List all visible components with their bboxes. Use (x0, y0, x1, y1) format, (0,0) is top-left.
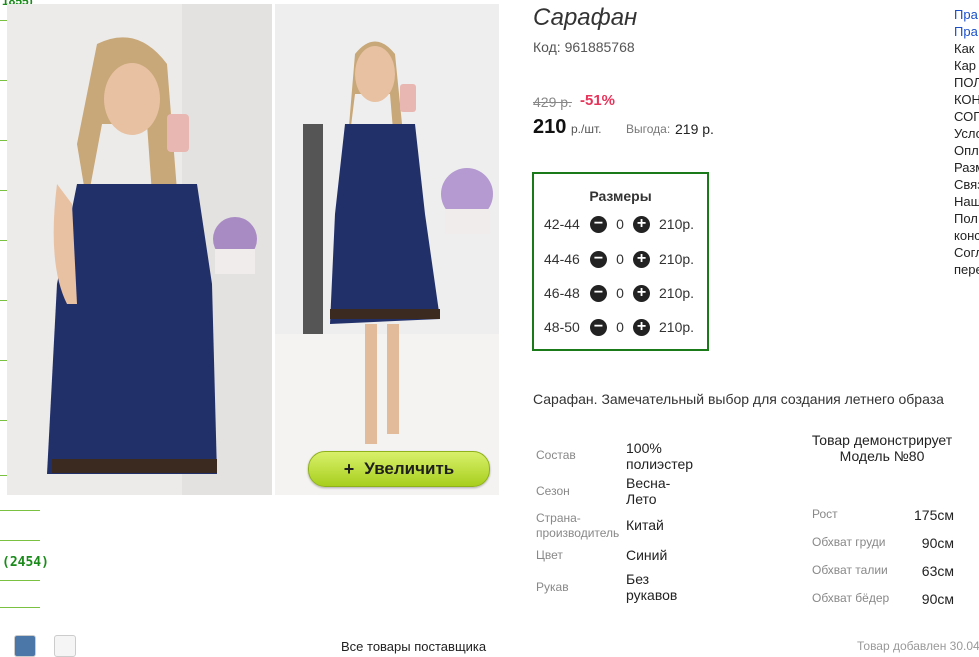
attr-value: Синий (626, 547, 668, 563)
size-row: 42-44 − 0 + 210р. (544, 214, 694, 234)
info-link[interactable]: Как (954, 40, 979, 57)
discount-badge: -51% (580, 92, 616, 109)
measure-value: 175см (914, 507, 954, 523)
attr-label: Цвет (536, 548, 563, 562)
minus-icon[interactable]: − (590, 318, 607, 336)
minus-icon[interactable]: − (590, 284, 607, 302)
plus-icon: + (343, 458, 355, 479)
size-quantity[interactable]: 0 (607, 285, 633, 301)
info-link[interactable]: конс (954, 227, 979, 244)
sizes-title: Размеры (589, 188, 652, 204)
size-label: 46-48 (544, 285, 580, 301)
attr-label: Сезон (536, 484, 570, 498)
sidebar-divider (0, 607, 40, 608)
attr-value: Весна-Лето (626, 475, 671, 507)
plus-icon[interactable]: + (633, 250, 650, 268)
info-link[interactable]: Пра (954, 6, 979, 23)
measure-label: Обхват талии (812, 563, 888, 577)
size-quantity[interactable]: 0 (607, 251, 633, 267)
sizes-panel: Размеры 42-44 − 0 + 210р. 44-46 − 0 + 21… (532, 172, 709, 351)
size-label: 42-44 (544, 216, 580, 232)
size-price: 210р. (659, 285, 695, 301)
size-row: 48-50 − 0 + 210р. (544, 317, 694, 337)
info-link[interactable]: Нащ (954, 193, 979, 210)
plus-icon[interactable]: + (633, 215, 650, 233)
added-date: Товар добавлен 30.04 (857, 639, 979, 653)
info-link[interactable]: Связ (954, 176, 979, 193)
size-price: 210р. (659, 251, 695, 267)
attr-value: Без рукавов (626, 571, 678, 603)
minus-icon[interactable]: − (590, 215, 607, 233)
size-price: 210р. (659, 319, 695, 335)
size-quantity[interactable]: 0 (607, 216, 633, 232)
product-photo-main[interactable] (7, 4, 272, 495)
size-row: 46-48 − 0 + 210р. (544, 283, 694, 303)
plus-icon[interactable]: + (633, 284, 650, 302)
vk-share-icon[interactable] (14, 635, 36, 657)
model-heading: Товар демонстрирует Модель №80 (811, 432, 953, 464)
sidebar-category-count[interactable]: (2454) (2, 555, 49, 570)
info-link[interactable]: Усло (954, 125, 979, 142)
benefit-label: Выгода: (626, 122, 671, 136)
size-label: 48-50 (544, 319, 580, 335)
product-description: Сарафан. Замечательный выбор для создани… (533, 391, 944, 407)
measure-label: Обхват груди (812, 535, 886, 549)
product-title: Сарафан (533, 4, 638, 31)
attr-value: 100% полиэстер (626, 440, 694, 472)
ok-share-icon[interactable] (54, 635, 76, 657)
size-quantity[interactable]: 0 (607, 319, 633, 335)
zoom-button-label: Увеличить (364, 459, 455, 478)
measure-label: Рост (812, 507, 838, 521)
attr-label: Состав (536, 448, 576, 462)
sidebar-divider (0, 510, 40, 511)
product-code: Код: 961885768 (533, 39, 635, 55)
measure-label: Обхват бёдер (812, 591, 890, 605)
price: 210 (533, 116, 567, 138)
size-price: 210р. (659, 216, 695, 232)
sidebar-divider (0, 580, 40, 581)
info-link[interactable]: Пра (954, 23, 979, 40)
info-link[interactable]: Разм (954, 159, 979, 176)
attr-label: Страна-производитель (536, 511, 620, 540)
info-link[interactable]: ПОЛ (954, 74, 979, 91)
measure-value: 90см (921, 591, 954, 607)
info-link[interactable]: Опл (954, 142, 979, 159)
info-link[interactable]: СОГ (954, 108, 979, 125)
info-link[interactable]: КОН (954, 91, 979, 108)
measure-value: 63см (921, 563, 954, 579)
info-link[interactable]: Пол (954, 210, 979, 227)
benefit-value: 219 р. (675, 121, 714, 137)
size-row: 44-46 − 0 + 210р. (544, 249, 694, 269)
plus-icon[interactable]: + (633, 318, 650, 336)
zoom-button[interactable]: + Увеличить (308, 451, 490, 487)
size-label: 44-46 (544, 251, 580, 267)
measure-value: 90см (921, 535, 954, 551)
attr-value: Китай (626, 517, 664, 533)
info-link[interactable]: пере (954, 261, 979, 278)
sidebar-divider (0, 540, 40, 541)
old-price: 429 р. (533, 94, 572, 110)
supplier-link[interactable]: Все товары поставщика (341, 639, 486, 654)
attr-label: Рукав (536, 580, 569, 594)
info-link[interactable]: Согл (954, 244, 979, 261)
info-link[interactable]: Кар (954, 57, 979, 74)
product-photo-secondary[interactable] (275, 4, 499, 495)
price-unit: р./шт. (571, 122, 602, 136)
info-links-column: Пра Пра Как Кар ПОЛ КОН СОГ Усло Опл Раз… (954, 0, 979, 278)
minus-icon[interactable]: − (590, 250, 607, 268)
